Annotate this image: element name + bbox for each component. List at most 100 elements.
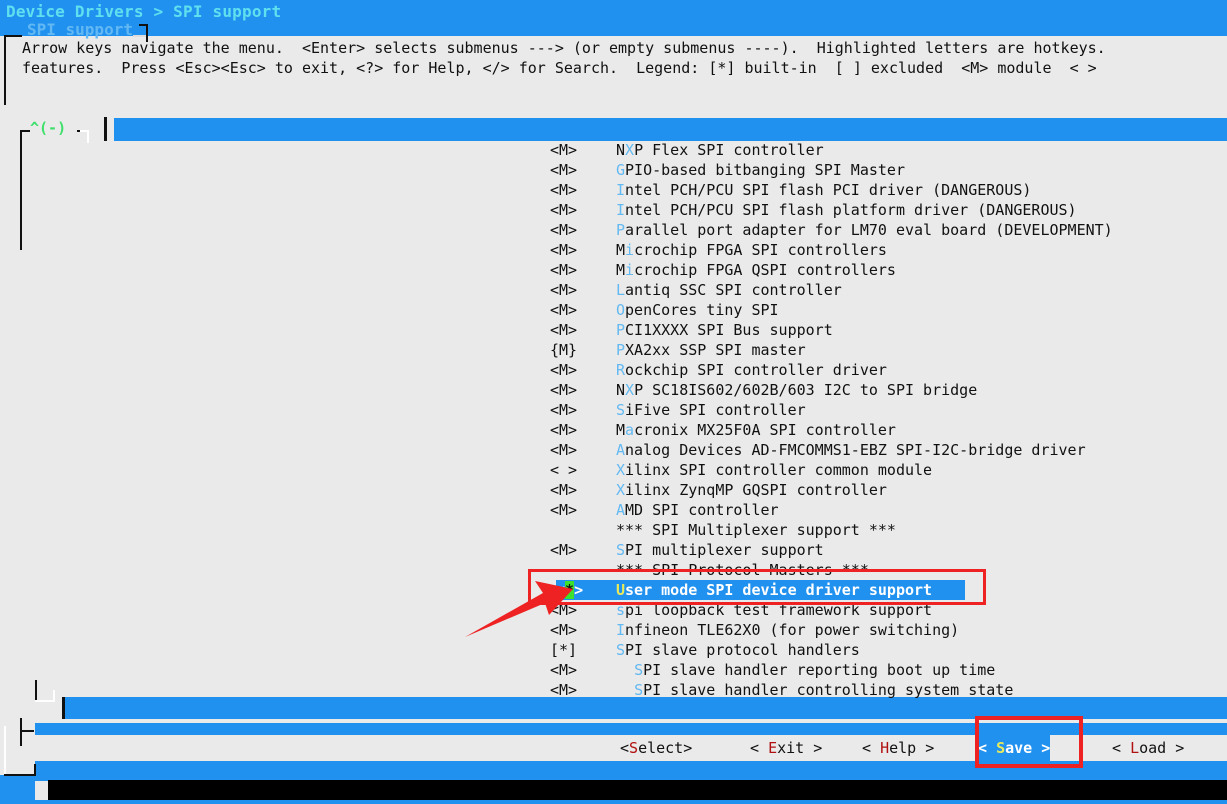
menu-item-state-tag[interactable]: <M> (550, 320, 577, 340)
menu-item[interactable]: <M> NXP SC18IS602/602B/603 I2C to SPI bri… (0, 380, 1227, 400)
menu-item[interactable]: *** SPI Multiplexer support *** (0, 520, 1227, 540)
menu-item-label: NXP Flex SPI controller (616, 141, 824, 159)
frame-bottom-border-2v (20, 718, 22, 746)
frame-bottom-border-1v (35, 680, 37, 702)
menu-item[interactable]: <M> Parallel port adapter for LM70 eval b… (0, 220, 1227, 240)
menu-item[interactable]: <M> Lantiq SSC SPI controller (0, 280, 1227, 300)
menu-item[interactable]: <M> SPI slave handler reporting boot up … (0, 660, 1227, 680)
menu-item-state-tag[interactable]: <M> (550, 380, 577, 400)
menu-item-label: NXP SC18IS602/602B/603 I2C to SPI bridge (616, 381, 978, 399)
menu-item-label: SPI multiplexer support (616, 541, 824, 559)
hotkey-letter: S (634, 681, 644, 699)
menu-item-label: Analog Devices AD-FMCOMMS1-EBZ SPI-I2C-b… (616, 441, 1086, 459)
menu-item-label: *** SPI Multiplexer support *** (616, 521, 896, 539)
menu-item-state-tag[interactable]: <M> (550, 280, 577, 300)
menu-item-state-tag[interactable]: < > (550, 460, 577, 480)
menu-item-label: PCI1XXXX SPI Bus support (616, 321, 833, 339)
menu-item[interactable]: <M> Microchip FPGA SPI controllers (0, 240, 1227, 260)
menu-item[interactable]: < > Xilinx SPI controller common module (0, 460, 1227, 480)
menu-item-label: SiFive SPI controller (616, 401, 806, 419)
annotation-arrow-icon (465, 581, 573, 637)
hotkey-letter: P (616, 221, 626, 239)
menu-item-state-tag[interactable]: <M> (550, 500, 577, 520)
hotkey-letter: X (625, 141, 635, 159)
menu-item-state-tag[interactable]: <M> (550, 240, 577, 260)
hotkey-letter: S (616, 401, 626, 419)
menu-item[interactable]: <M> Infineon TLE62X0 (for power switching… (0, 620, 1227, 640)
menu-item[interactable]: [*] SPI slave protocol handlers (0, 640, 1227, 660)
menu-item-state-tag[interactable]: <M> (550, 140, 577, 160)
menu-item[interactable]: <M> Rockchip SPI controller driver (0, 360, 1227, 380)
menu-item-state-tag[interactable]: <M> (550, 440, 577, 460)
load-button[interactable]: < Load > (1112, 735, 1185, 761)
menu-item-state-tag[interactable]: <M> (550, 180, 577, 200)
menu-item[interactable]: <M> NXP Flex SPI controller (0, 140, 1227, 160)
menu-item-label: Macronix MX25F0A SPI controller (616, 421, 896, 439)
menu-item-state-tag[interactable]: <M> (550, 220, 577, 240)
hotkey-letter: i (625, 241, 635, 259)
menu-item-state-tag[interactable]: <M> (550, 260, 577, 280)
hotkey-letter: R (616, 361, 626, 379)
menu-item-label: Lantiq SSC SPI controller (616, 281, 842, 299)
frame-dash-left (4, 35, 22, 37)
menu-list[interactable]: <M> NXP Flex SPI controller <M> GPIO-based … (0, 140, 1227, 700)
menu-item[interactable]: <M> GPIO-based bitbanging SPI Master (0, 160, 1227, 180)
help-text-line-2: features. Press <Esc><Esc> to exit, <?> … (22, 59, 1097, 77)
hotkey-letter: P (616, 341, 626, 359)
menu-item-label: SPI slave handler controlling system sta… (634, 681, 1014, 699)
hotkey-letter: S (634, 661, 644, 679)
hotkey-letter: H (880, 739, 890, 757)
menu-item[interactable]: <M> Microchip FPGA QSPI controllers (0, 260, 1227, 280)
menu-item-label: Xilinx SPI controller common module (616, 461, 933, 479)
menu-item-state-tag[interactable]: <M> (550, 300, 577, 320)
inner-border-left (104, 117, 107, 141)
frame-bottom-border-3v (4, 726, 6, 776)
menu-item[interactable]: <M> SPI multiplexer support (0, 540, 1227, 560)
breadcrumb: Device Drivers > SPI support (6, 2, 282, 21)
scroll-corner-right (87, 130, 89, 143)
menu-item-state-tag[interactable]: <M> (550, 360, 577, 380)
menu-item-state-tag[interactable]: <M> (550, 420, 577, 440)
menu-item-state-tag[interactable]: <M> (550, 660, 577, 680)
menu-item[interactable]: <M> AMD SPI controller (0, 500, 1227, 520)
menu-item-label: Intel PCH/PCU SPI flash PCI driver (DANG… (616, 181, 1032, 199)
hotkey-letter: L (1130, 739, 1140, 757)
help-button[interactable]: < Help > (862, 735, 935, 761)
menu-item[interactable]: <M> Macronix MX25F0A SPI controller (0, 420, 1227, 440)
menuconfig-screen: Device Drivers > SPI support SPI support… (0, 0, 1227, 804)
frame-bottom-border-3v2 (34, 764, 36, 776)
menu-item-state-tag[interactable]: {M} (550, 340, 577, 360)
menu-item-state-tag[interactable]: <M> (550, 480, 577, 500)
menu-item[interactable]: <M> SPI slave handler controlling system… (0, 680, 1227, 700)
hotkey-letter: a (625, 421, 635, 439)
menu-item[interactable]: <M> Intel PCH/PCU SPI flash PCI driver (D… (0, 180, 1227, 200)
menu-item-label: GPIO-based bitbanging SPI Master (616, 161, 905, 179)
menu-item-label: PXA2xx SSP SPI master (616, 341, 806, 359)
exit-button[interactable]: < Exit > (750, 735, 823, 761)
frame-dash-right (133, 35, 146, 37)
menu-item-label: SPI slave handler reporting boot up time (634, 661, 996, 679)
menu-item-state-tag[interactable]: <M> (550, 160, 577, 180)
menu-item[interactable]: <M> Xilinx ZynqMP GQSPI controller (0, 480, 1227, 500)
hotkey-letter: A (616, 441, 626, 459)
menu-item-label: Intel PCH/PCU SPI flash platform driver … (616, 201, 1077, 219)
scroll-up-indicator[interactable]: ^(-) (30, 118, 66, 138)
annotation-box-save-button (975, 716, 1083, 768)
bottom-blue-strip (0, 800, 1227, 804)
hotkey-letter: L (616, 281, 626, 299)
menu-item[interactable]: <M> PCI1XXXX SPI Bus support (0, 320, 1227, 340)
menu-item-label: AMD SPI controller (616, 501, 779, 519)
menu-item[interactable]: <M> OpenCores tiny SPI (0, 300, 1227, 320)
menu-item[interactable]: <M> Intel PCH/PCU SPI flash platform driv… (0, 200, 1227, 220)
hotkey-letter: i (625, 261, 635, 279)
scroll-border-left (20, 130, 22, 250)
menu-item-state-tag[interactable]: <M> (550, 200, 577, 220)
menu-item-state-tag[interactable]: <M> (550, 540, 577, 560)
select-button[interactable]: <Select> (620, 735, 693, 761)
hotkey-letter: G (616, 161, 626, 179)
menu-item[interactable]: <M> Analog Devices AD-FMCOMMS1-EBZ SPI-I2… (0, 440, 1227, 460)
menu-item-state-tag[interactable]: <M> (550, 680, 577, 700)
menu-item[interactable]: {M} PXA2xx SSP SPI master (0, 340, 1227, 360)
menu-item[interactable]: <M> SiFive SPI controller (0, 400, 1227, 420)
menu-item-state-tag[interactable]: <M> (550, 400, 577, 420)
